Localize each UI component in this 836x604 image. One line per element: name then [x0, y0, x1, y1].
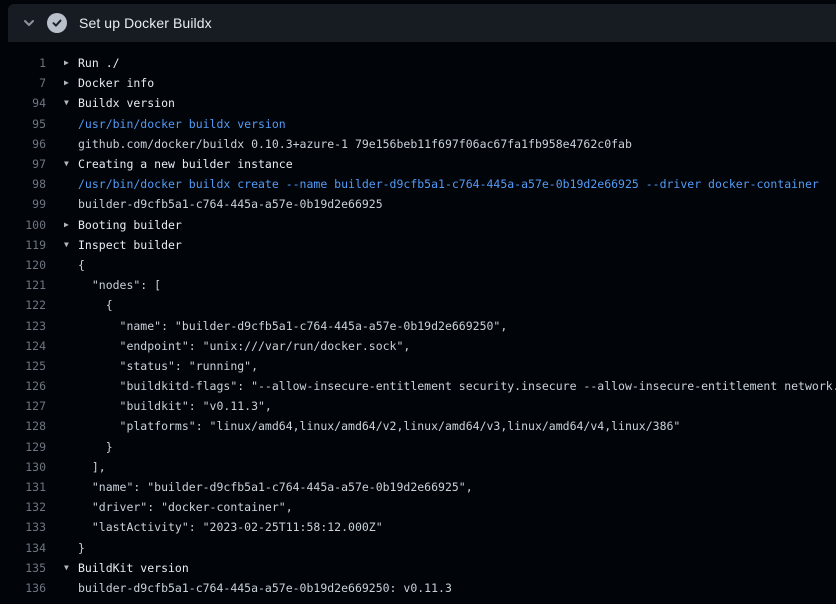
- line-number[interactable]: 100: [0, 218, 46, 232]
- line-number[interactable]: 96: [0, 137, 46, 151]
- line-number[interactable]: 119: [0, 238, 46, 252]
- line-text: {: [78, 258, 85, 272]
- log-line: 136 builder-d9cfb5a1-c764-445a-a57e-0b19…: [0, 578, 836, 598]
- line-text: /usr/bin/docker buildx create --name bui…: [78, 177, 819, 191]
- step-title: Set up Docker Buildx: [79, 15, 212, 31]
- log-line: 131 "name": "builder-d9cfb5a1-c764-445a-…: [0, 477, 836, 497]
- chevron-down-icon[interactable]: [22, 16, 36, 30]
- line-text: "buildkitd-flags": "--allow-insecure-ent…: [78, 379, 836, 393]
- line-number[interactable]: 123: [0, 319, 46, 333]
- log-line: 99 builder-d9cfb5a1-c764-445a-a57e-0b19d…: [0, 194, 836, 214]
- log-group-line: 94 ▼ Buildx version: [0, 93, 836, 113]
- line-number[interactable]: 94: [0, 96, 46, 110]
- line-text: "platforms": "linux/amd64,linux/amd64/v2…: [78, 419, 680, 433]
- line-text: github.com/docker/buildx 0.10.3+azure-1 …: [78, 137, 632, 151]
- expand-group-icon[interactable]: ▶: [64, 79, 76, 87]
- log-group-line: 119 ▼ Inspect builder: [0, 235, 836, 255]
- line-text: ],: [78, 460, 106, 474]
- line-number[interactable]: 99: [0, 197, 46, 211]
- line-number[interactable]: 124: [0, 339, 46, 353]
- line-text: {: [78, 298, 113, 312]
- log-group-line: 7 ▶ Docker info: [0, 73, 836, 93]
- line-text: "nodes": [: [78, 278, 161, 292]
- line-number[interactable]: 127: [0, 399, 46, 413]
- log-line: 127 "buildkit": "v0.11.3",: [0, 396, 836, 416]
- log-line: 134 }: [0, 538, 836, 558]
- log-line: 121 "nodes": [: [0, 275, 836, 295]
- line-number[interactable]: 95: [0, 117, 46, 131]
- collapse-group-icon[interactable]: ▼: [64, 564, 76, 572]
- log-group-line: 97 ▼ Creating a new builder instance: [0, 154, 836, 174]
- log-line: 122 {: [0, 295, 836, 315]
- line-text: }: [78, 541, 85, 555]
- line-number[interactable]: 134: [0, 541, 46, 555]
- line-number[interactable]: 135: [0, 561, 46, 575]
- log-line: 125 "status": "running",: [0, 356, 836, 376]
- log-line: 124 "endpoint": "unix:///var/run/docker.…: [0, 336, 836, 356]
- log-line: 132 "driver": "docker-container",: [0, 497, 836, 517]
- log-group-line: 1 ▶ Run ./: [0, 53, 836, 73]
- group-title[interactable]: Booting builder: [78, 218, 182, 232]
- expand-group-icon[interactable]: ▶: [64, 59, 76, 67]
- group-title[interactable]: BuildKit version: [78, 561, 189, 575]
- group-title[interactable]: Buildx version: [78, 96, 175, 110]
- line-number[interactable]: 133: [0, 520, 46, 534]
- line-number[interactable]: 98: [0, 177, 46, 191]
- line-number[interactable]: 120: [0, 258, 46, 272]
- group-title[interactable]: Inspect builder: [78, 238, 182, 252]
- line-number[interactable]: 136: [0, 581, 46, 595]
- log-line: 126 "buildkitd-flags": "--allow-insecure…: [0, 376, 836, 396]
- log-line: 96 github.com/docker/buildx 0.10.3+azure…: [0, 134, 836, 154]
- line-number[interactable]: 126: [0, 379, 46, 393]
- log-line: 120 {: [0, 255, 836, 275]
- line-text: "endpoint": "unix:///var/run/docker.sock…: [78, 339, 410, 353]
- line-text: }: [78, 440, 113, 454]
- log-line: 129 }: [0, 437, 836, 457]
- line-text: "buildkit": "v0.11.3",: [78, 399, 272, 413]
- line-text: builder-d9cfb5a1-c764-445a-a57e-0b19d2e6…: [78, 197, 383, 211]
- group-title[interactable]: Run ./: [78, 56, 120, 70]
- line-number[interactable]: 121: [0, 278, 46, 292]
- line-number[interactable]: 122: [0, 298, 46, 312]
- line-text: "lastActivity": "2023-02-25T11:58:12.000…: [78, 520, 383, 534]
- step-header[interactable]: Set up Docker Buildx: [8, 4, 836, 42]
- line-text: builder-d9cfb5a1-c764-445a-a57e-0b19d2e6…: [78, 581, 452, 595]
- line-number[interactable]: 132: [0, 500, 46, 514]
- line-number[interactable]: 129: [0, 440, 46, 454]
- log-line: 95 /usr/bin/docker buildx version: [0, 114, 836, 134]
- line-text: "name": "builder-d9cfb5a1-c764-445a-a57e…: [78, 480, 473, 494]
- collapse-group-icon[interactable]: ▼: [64, 241, 76, 249]
- check-circle-icon: [47, 13, 67, 33]
- collapse-group-icon[interactable]: ▼: [64, 99, 76, 107]
- collapse-group-icon[interactable]: ▼: [64, 160, 76, 168]
- line-text: "name": "builder-d9cfb5a1-c764-445a-a57e…: [78, 319, 507, 333]
- line-number[interactable]: 97: [0, 157, 46, 171]
- line-number[interactable]: 125: [0, 359, 46, 373]
- log-line: 98 /usr/bin/docker buildx create --name …: [0, 174, 836, 194]
- group-title[interactable]: Docker info: [78, 76, 154, 90]
- line-number[interactable]: 131: [0, 480, 46, 494]
- log-line: 123 "name": "builder-d9cfb5a1-c764-445a-…: [0, 315, 836, 335]
- line-number[interactable]: 7: [0, 76, 46, 90]
- group-title[interactable]: Creating a new builder instance: [78, 157, 293, 171]
- line-number[interactable]: 1: [0, 56, 46, 70]
- log-line: 128 "platforms": "linux/amd64,linux/amd6…: [0, 416, 836, 436]
- log-line: 133 "lastActivity": "2023-02-25T11:58:12…: [0, 517, 836, 537]
- log-group-line: 100 ▶ Booting builder: [0, 215, 836, 235]
- line-text: "status": "running",: [78, 359, 258, 373]
- line-text: /usr/bin/docker buildx version: [78, 117, 286, 131]
- line-number[interactable]: 130: [0, 460, 46, 474]
- log-group-line: 135 ▼ BuildKit version: [0, 558, 836, 578]
- expand-group-icon[interactable]: ▶: [64, 221, 76, 229]
- log-line: 130 ],: [0, 457, 836, 477]
- log-viewer: 1 ▶ Run ./ 7 ▶ Docker info 94 ▼ Buildx v…: [0, 42, 836, 598]
- line-number[interactable]: 128: [0, 419, 46, 433]
- line-text: "driver": "docker-container",: [78, 500, 293, 514]
